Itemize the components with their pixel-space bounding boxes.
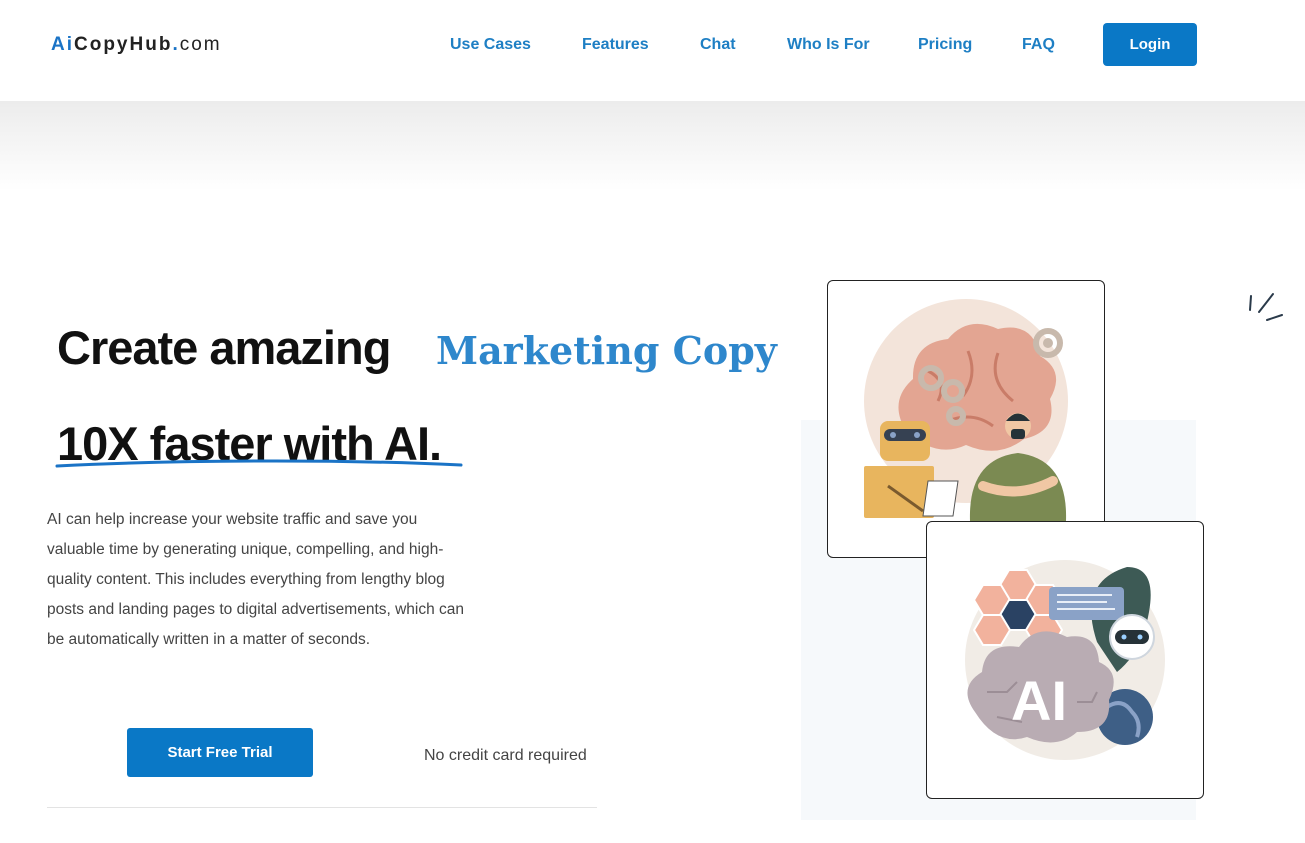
nav-faq[interactable]: FAQ [1022,36,1055,54]
ai-cloud-illustration: AI [965,560,1165,760]
logo-dot: . [172,34,180,55]
header-shadow [0,101,1305,191]
logo-copyhub: CopyHub [74,34,173,55]
site-header: AiCopyHub.com Use Cases Features Chat Wh… [0,0,1305,101]
headline-underline [55,459,463,468]
nav-features[interactable]: Features [582,36,649,54]
login-button[interactable]: Login [1103,23,1197,66]
ai-text: AI [1011,669,1067,732]
brain-robot-illustration [864,299,1068,521]
illustration-card-brain [827,280,1105,558]
nav-pricing[interactable]: Pricing [918,36,972,54]
hero-headline-highlight: Marketing Copy [436,328,777,373]
hero-divider [47,807,597,808]
hero-headline-part1: Create amazing [57,321,391,374]
nav-chat[interactable]: Chat [700,36,736,54]
logo-com: com [179,34,222,55]
no-credit-card-note: No credit card required [424,747,587,764]
logo-ai: Ai [51,34,74,55]
site-logo[interactable]: AiCopyHub.com [51,34,222,56]
nav-who-is-for[interactable]: Who Is For [787,36,870,54]
sparkle-icon [1249,293,1283,321]
nav-use-cases[interactable]: Use Cases [450,36,531,54]
hero-description: AI can help increase your website traffi… [47,511,465,648]
illustration-card-ai: AI [926,521,1204,799]
start-free-trial-button[interactable]: Start Free Trial [127,728,313,777]
